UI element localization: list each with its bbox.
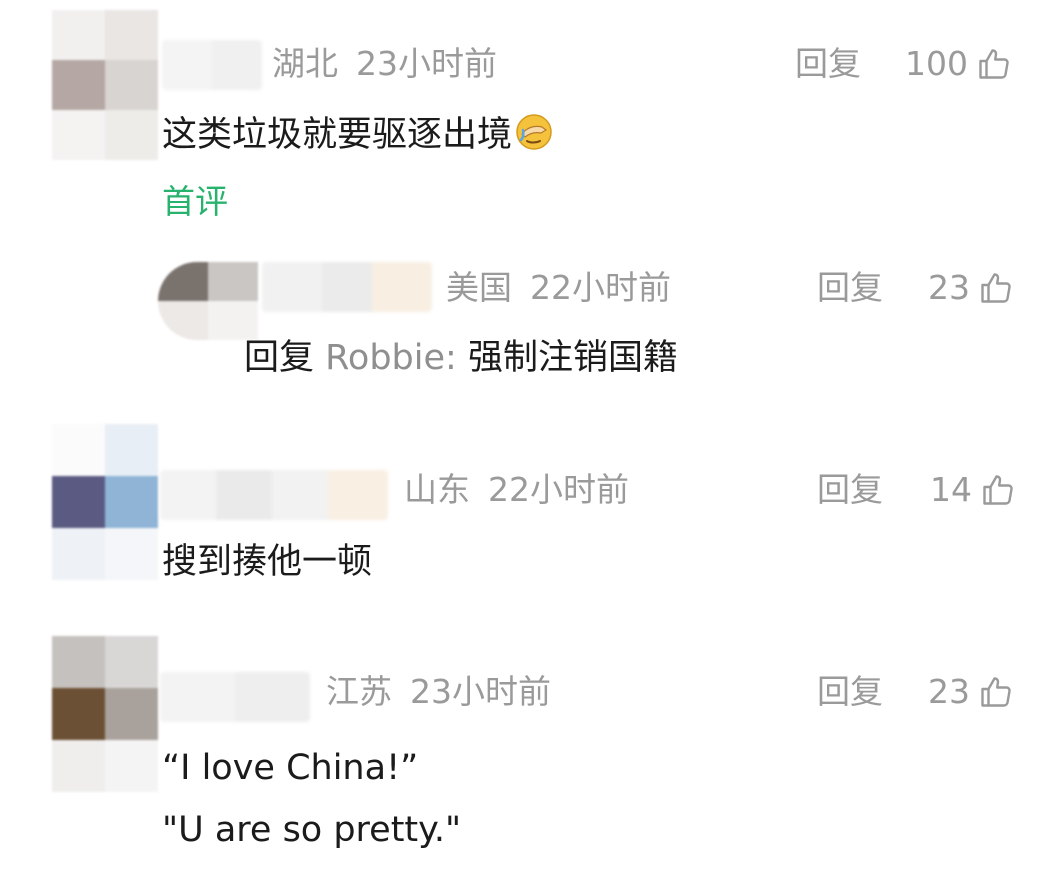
like-count: 23 [928,268,970,307]
face-palm-emoji-icon [516,114,552,150]
location-label: 美国 [446,268,512,307]
avatar[interactable] [52,10,158,160]
comment-list: 湖北 23小时前 回复 100 这类垃圾就要驱逐出境 首评 美国 22小时前 回… [0,0,1064,896]
like-button[interactable]: 14 [930,470,1016,510]
like-count: 14 [930,470,972,509]
reply-text: 回复 Robbie: 强制注销国籍 [244,336,678,380]
avatar[interactable] [52,636,158,792]
thumbs-up-icon [979,49,1009,79]
location-label: 江苏 [326,672,392,711]
comment-meta: 美国 22小时前 [446,268,671,308]
reply-content: 强制注销国籍 [467,338,678,378]
thumbs-up-icon [981,677,1011,707]
location-label: 山东 [404,470,470,509]
username-blurred[interactable] [262,262,432,312]
comment-meta: 湖北 23小时前 [272,44,497,84]
comment-text: 这类垃圾就要驱逐出境 [162,112,554,157]
username-blurred[interactable] [162,40,262,90]
replied-user-name[interactable]: Robbie: [325,338,457,378]
first-comment-tag: 首评 [162,182,228,221]
thumbs-up-icon [981,273,1011,303]
timestamp: 22小时前 [488,470,629,509]
comment-text-line-1: “I love China!” [162,748,419,788]
timestamp: 22小时前 [530,268,671,307]
avatar[interactable] [158,262,258,340]
comment-meta: 山东 22小时前 [404,470,629,510]
reply-button[interactable]: 回复 [817,672,883,712]
thumbs-up-icon [983,475,1013,505]
like-button[interactable]: 100 [905,44,1012,84]
username-blurred[interactable] [160,470,388,520]
comment-text: 搜到揍他一顿 [162,542,373,582]
like-button[interactable]: 23 [928,672,1014,712]
reply-button[interactable]: 回复 [795,44,861,84]
reply-button[interactable]: 回复 [817,268,883,308]
like-button[interactable]: 23 [928,268,1014,308]
location-label: 湖北 [272,44,338,83]
username-blurred[interactable] [160,672,310,722]
comment-meta: 江苏 23小时前 [326,672,551,712]
avatar[interactable] [52,424,158,580]
timestamp: 23小时前 [410,672,551,711]
reply-prefix: 回复 [244,338,315,378]
comment-text-line-2: "U are so pretty." [162,810,462,850]
like-count: 100 [905,44,968,83]
like-count: 23 [928,672,970,711]
reply-button[interactable]: 回复 [817,470,883,510]
timestamp: 23小时前 [356,44,497,83]
